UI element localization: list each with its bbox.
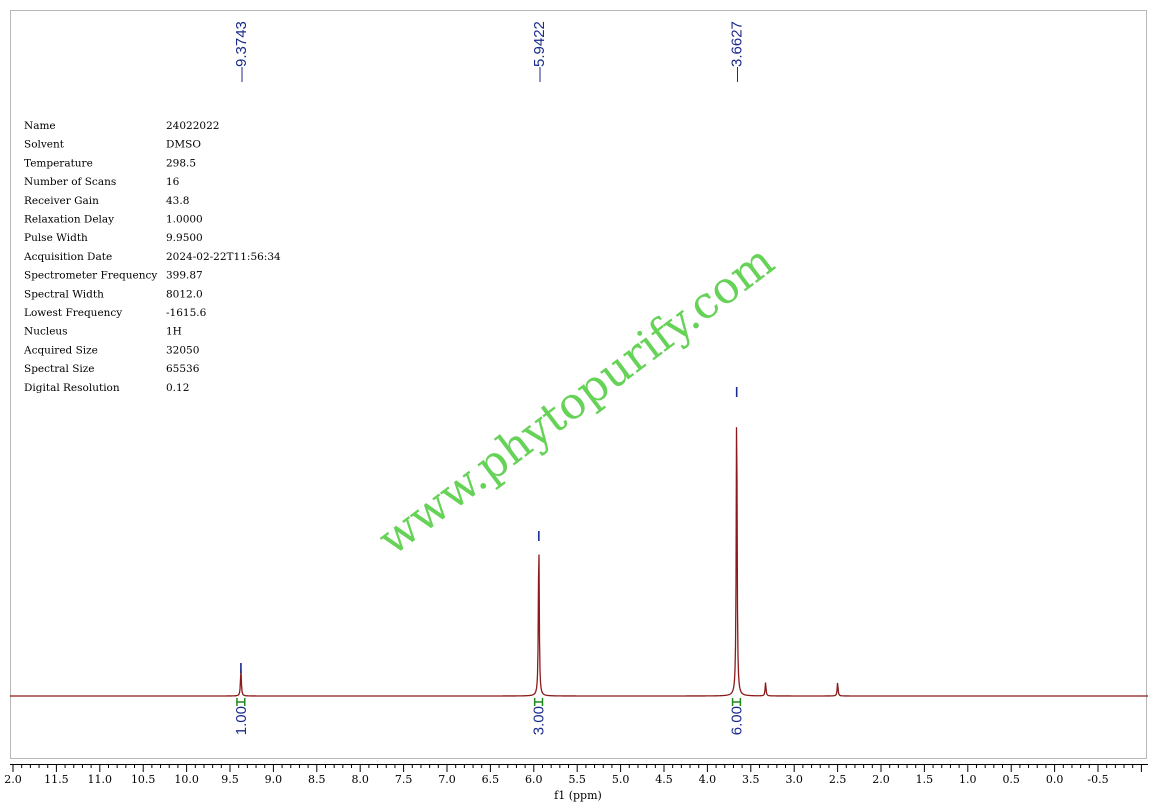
acquisition-parameters-table: Name 24022022 Solvent DMSO Temperature 298.5 N…	[23, 120, 281, 394]
tick-label: 8.0	[351, 773, 369, 786]
integration-value: 3.00	[531, 706, 548, 735]
tick-label: 7.0	[438, 773, 456, 786]
tick-label: 6.5	[482, 773, 500, 786]
param-label: Name	[24, 120, 56, 132]
tick-label: 2.0	[872, 773, 890, 786]
tick-label: 2.5	[829, 773, 847, 786]
integration-value: 1.00	[233, 706, 250, 735]
tick-label: 1.5	[916, 773, 934, 786]
param-label: Pulse Width	[24, 232, 88, 244]
peak-label-group: —9.3743 —5.9422 —3.6627	[233, 21, 746, 82]
tick-label: 11.5	[44, 773, 69, 786]
tick-label: 4.0	[699, 773, 717, 786]
param-label: Acquired Size	[23, 344, 98, 356]
tick-label: 7.5	[395, 773, 413, 786]
param-value: 298.5	[166, 157, 196, 169]
tick-label: 9.5	[221, 773, 239, 786]
param-value: 32050	[166, 344, 199, 356]
param-label: Spectrometer Frequency	[24, 270, 157, 282]
param-label: Relaxation Delay	[24, 214, 114, 226]
tick-label: 3.5	[742, 773, 760, 786]
param-label: Digital Resolution	[24, 382, 120, 394]
param-label: Nucleus	[24, 326, 68, 338]
tick-label: 3.0	[785, 773, 803, 786]
tick-label: 11.0	[88, 773, 113, 786]
x-axis-ticks: 2.0 11.5 11.0 10.5 10.0 9.5 9.0 8.5 8.0 7.5 7.0 6.5…	[4, 764, 1142, 786]
param-value: 65536	[166, 363, 200, 375]
peak-label: —3.6627	[729, 21, 746, 82]
tick-label: 1.0	[959, 773, 977, 786]
peak-label: —9.3743	[233, 21, 250, 82]
param-label: Solvent	[24, 139, 65, 151]
param-value: 9.9500	[166, 232, 203, 244]
tick-label: 6.0	[525, 773, 543, 786]
integration-group: 1.00 3.00 6.00	[233, 698, 745, 735]
param-value: 1H	[166, 326, 182, 338]
param-label: Number of Scans	[24, 176, 116, 188]
peak-marker-group	[240, 387, 738, 673]
tick-label: 4.5	[655, 773, 673, 786]
tick-label: 5.5	[568, 773, 586, 786]
tick-label: 9.0	[265, 773, 283, 786]
param-value: DMSO	[166, 139, 201, 151]
tick-label: -0.5	[1087, 773, 1108, 786]
param-value: -1615.6	[166, 307, 207, 319]
param-value: 399.87	[166, 270, 203, 282]
param-value: 2024-02-22T11:56:34	[166, 251, 281, 263]
param-label: Receiver Gain	[24, 195, 99, 207]
param-value: 8012.0	[166, 288, 203, 300]
integration-value: 6.00	[728, 706, 745, 735]
param-value: 16	[166, 176, 180, 188]
param-label: Temperature	[24, 157, 93, 169]
param-value: 1.0000	[166, 214, 203, 226]
param-label: Lowest Frequency	[24, 307, 122, 319]
peak-label: —5.9422	[531, 21, 548, 82]
tick-label: 10.0	[174, 773, 199, 786]
param-value: 24022022	[166, 120, 219, 132]
tick-label: 2.0	[4, 773, 22, 786]
param-label: Spectral Width	[24, 288, 104, 300]
param-label: Acquisition Date	[23, 251, 112, 263]
tick-label: 10.5	[131, 773, 156, 786]
tick-label: 5.0	[612, 773, 630, 786]
nmr-spectrum-chart: Name 24022022 Solvent DMSO Temperature 298.5 N…	[4, 10, 1148, 802]
param-label: Spectral Size	[24, 363, 95, 375]
tick-label: 0.5	[1002, 773, 1020, 786]
param-value: 0.12	[166, 382, 189, 394]
param-value: 43.8	[166, 195, 189, 207]
x-axis-title: f1 (ppm)	[554, 789, 602, 802]
tick-label: 0.0	[1046, 773, 1064, 786]
watermark-text: www.phytopurify.com	[369, 235, 784, 565]
tick-label: 8.5	[308, 773, 326, 786]
spectrum-line	[10, 427, 1148, 697]
